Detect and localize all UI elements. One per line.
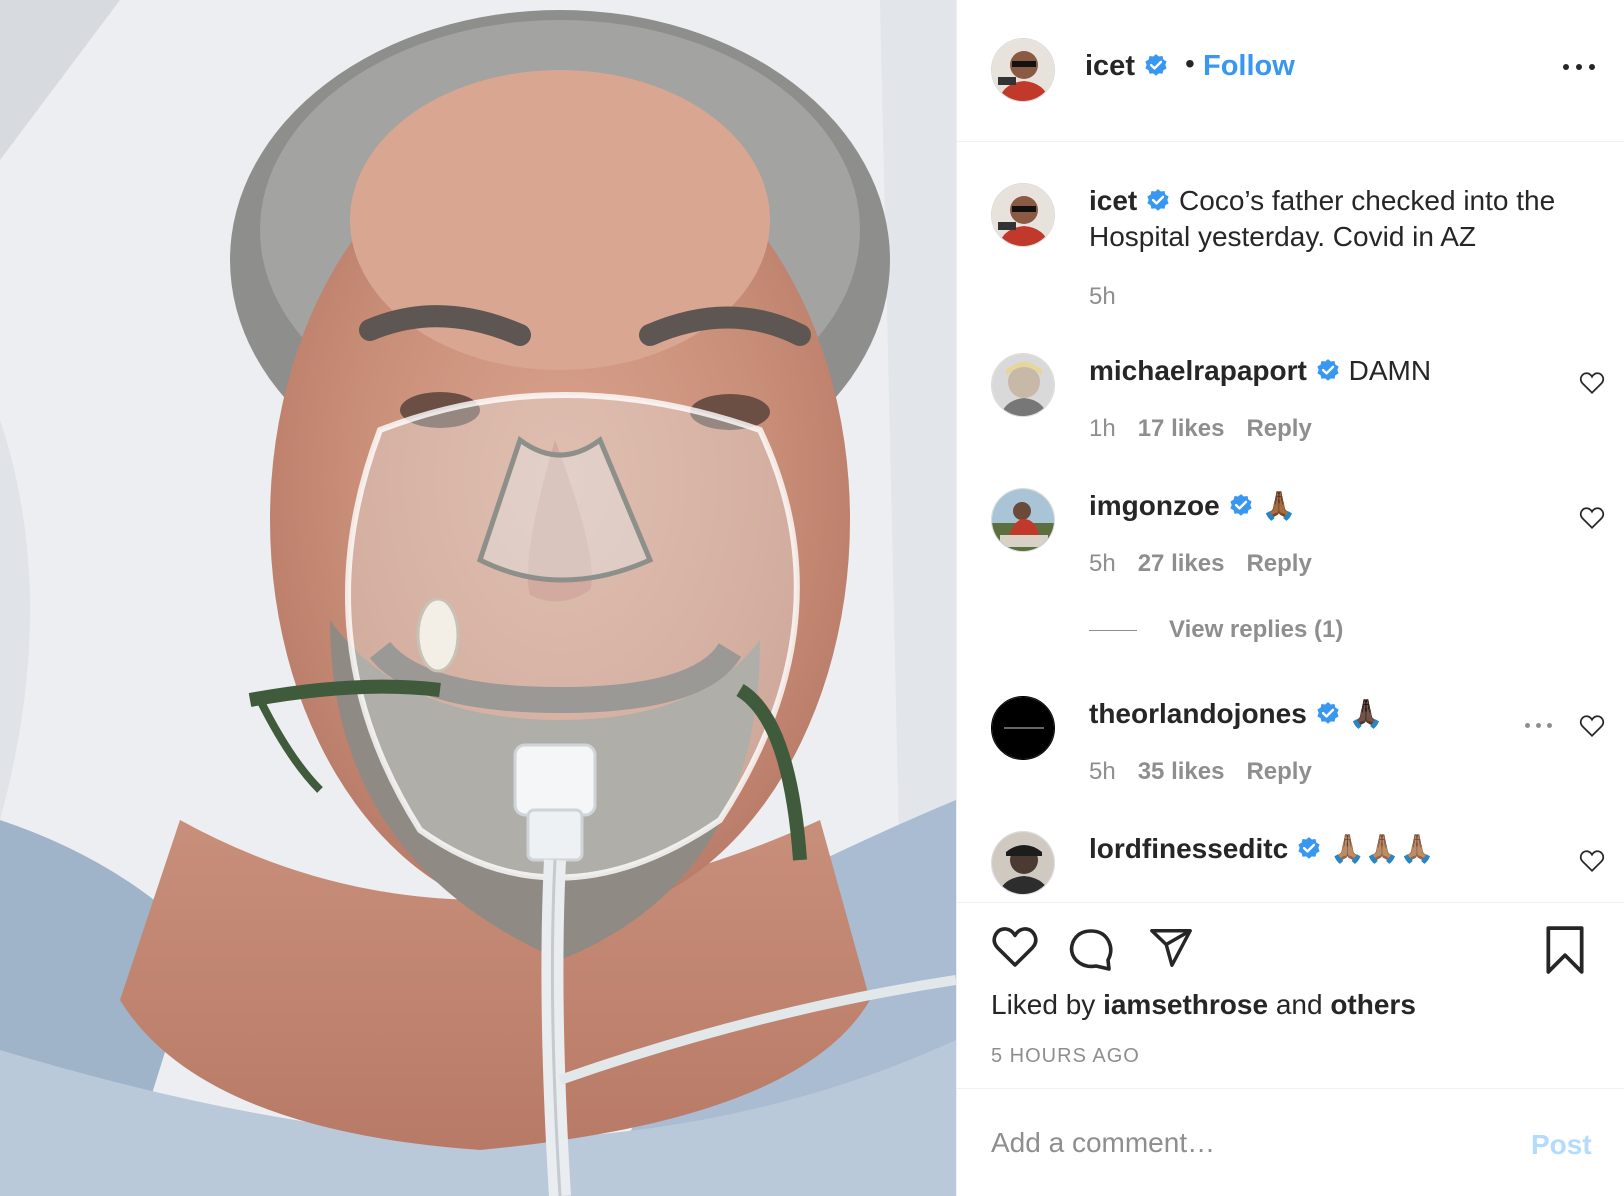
verified-badge-icon — [1317, 702, 1339, 724]
post-comment-button[interactable]: Post — [1531, 1129, 1592, 1161]
comment-username[interactable]: lordfinesseditc — [1089, 833, 1288, 864]
post-timestamp[interactable]: 5 HOURS AGO — [991, 1045, 1140, 1068]
comment-icon[interactable] — [1067, 925, 1115, 973]
caption-item: icet Coco’s father checked into the Hosp… — [957, 183, 1624, 333]
liked-by-line: Liked by iamsethrose and others — [991, 989, 1416, 1021]
comment-options-icon[interactable] — [1523, 720, 1555, 732]
comment-meta: 5h 27 likes Reply — [1089, 550, 1334, 578]
comment-text-block: imgonzoe 🙏🏾 — [1089, 488, 1579, 524]
verified-badge-icon — [1298, 837, 1320, 859]
comment-avatar[interactable] — [991, 831, 1055, 895]
liked-by-others[interactable]: others — [1330, 989, 1416, 1020]
caption-username[interactable]: icet — [1089, 185, 1137, 216]
heart-icon[interactable] — [1579, 714, 1605, 738]
comment-avatar[interactable] — [991, 353, 1055, 417]
comment-meta: 5h 35 likes Reply — [1089, 758, 1334, 786]
author-username[interactable]: icet — [1085, 50, 1169, 83]
view-replies-label[interactable]: View replies (1) — [1169, 616, 1343, 643]
share-icon[interactable] — [1147, 925, 1195, 971]
reply-button[interactable]: Reply — [1246, 550, 1311, 577]
comment-likes[interactable]: 17 likes — [1138, 415, 1225, 442]
comment-meta: 1h 17 likes Reply — [1089, 415, 1334, 443]
comments-list[interactable]: icet Coco’s father checked into the Hosp… — [957, 143, 1624, 901]
bookmark-icon[interactable] — [1543, 925, 1587, 975]
heart-icon[interactable] — [1579, 849, 1605, 873]
comment-text-block: michaelrapaport DAMN — [1089, 353, 1579, 389]
view-replies-line — [1089, 630, 1137, 632]
comment-time[interactable]: 1h — [1089, 415, 1116, 442]
comment-item: imgonzoe 🙏🏾 5h 27 likes Reply View replies… — [957, 488, 1624, 668]
post-photo — [0, 0, 956, 1196]
verified-badge-icon — [1145, 54, 1167, 76]
comment-input[interactable] — [991, 1119, 1491, 1167]
add-comment-bar: Post — [957, 1088, 1624, 1196]
comment-username[interactable]: theorlandojones — [1089, 698, 1307, 729]
post-panel: icet • Follow icet Coco’s father checked… — [956, 0, 1624, 1196]
follow-button[interactable]: Follow — [1203, 50, 1295, 83]
comment-item: michaelrapaport DAMN 1h 17 likes Reply — [957, 353, 1624, 473]
view-replies-button[interactable]: View replies (1) — [1089, 616, 1343, 644]
comment-username[interactable]: michaelrapaport — [1089, 355, 1307, 386]
heart-icon[interactable] — [1579, 371, 1605, 395]
comment-likes[interactable]: 35 likes — [1138, 758, 1225, 785]
caption-avatar[interactable] — [991, 183, 1055, 247]
comment-text: DAMN — [1348, 355, 1432, 386]
verified-badge-icon — [1230, 494, 1252, 516]
verified-badge-icon — [1317, 359, 1339, 381]
heart-icon[interactable] — [1579, 506, 1605, 530]
liked-by-and: and — [1275, 989, 1323, 1020]
liked-by-user[interactable]: iamsethrose — [1103, 989, 1268, 1020]
header-separator: • — [1185, 48, 1195, 79]
comment-item: theorlandojones 🙏🏿 5h 35 likes Reply — [957, 696, 1624, 816]
comment-item: lordfinesseditc 🙏🏽🙏🏽🙏🏽 — [957, 831, 1624, 901]
caption-time[interactable]: 5h — [1089, 283, 1116, 310]
heart-icon[interactable] — [991, 925, 1039, 969]
comment-likes[interactable]: 27 likes — [1138, 550, 1225, 577]
comment-time[interactable]: 5h — [1089, 758, 1116, 785]
comment-text: 🙏🏽🙏🏽🙏🏽 — [1329, 833, 1435, 864]
author-avatar[interactable] — [991, 38, 1055, 102]
liked-by-prefix: Liked by — [991, 989, 1096, 1020]
comment-text: 🙏🏿 — [1348, 698, 1384, 729]
post-media[interactable] — [0, 0, 956, 1196]
caption-meta: 5h — [1089, 283, 1138, 311]
verified-badge-icon — [1147, 189, 1169, 211]
comment-time[interactable]: 5h — [1089, 550, 1116, 577]
reply-button[interactable]: Reply — [1246, 758, 1311, 785]
post-actions: Liked by iamsethrose and others 5 HOURS … — [957, 902, 1624, 1088]
comment-avatar[interactable] — [991, 488, 1055, 552]
caption-text-block: icet Coco’s father checked into the Hosp… — [1089, 183, 1579, 255]
comment-text-block: theorlandojones 🙏🏿 — [1089, 696, 1579, 732]
comment-text-block: lordfinesseditc 🙏🏽🙏🏽🙏🏽 — [1089, 831, 1579, 867]
post-header: icet • Follow — [957, 0, 1624, 142]
reply-button[interactable]: Reply — [1246, 415, 1311, 442]
comment-username[interactable]: imgonzoe — [1089, 490, 1220, 521]
comment-avatar[interactable] — [991, 696, 1055, 760]
comment-text: 🙏🏾 — [1261, 490, 1297, 521]
more-options-icon[interactable] — [1561, 56, 1597, 76]
author-username-text[interactable]: icet — [1085, 50, 1135, 82]
